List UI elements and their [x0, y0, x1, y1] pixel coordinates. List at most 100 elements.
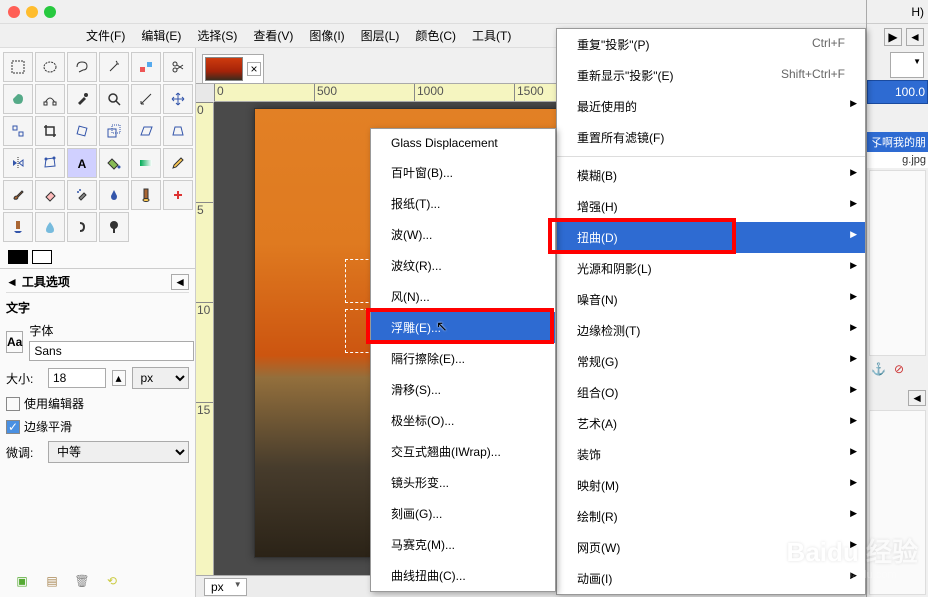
tool-measure[interactable] [131, 84, 161, 114]
hinting-select[interactable]: 中等 [48, 441, 189, 463]
mode-dropdown[interactable] [890, 52, 924, 78]
menu-render[interactable]: 绘制(R) [557, 501, 865, 532]
tool-shear[interactable] [131, 116, 161, 146]
sub-lens[interactable]: 镜头形变... [371, 467, 555, 498]
color-swatch[interactable] [0, 246, 195, 268]
menu-map[interactable]: 映射(M) [557, 470, 865, 501]
sub-shift[interactable]: 滑移(S)... [371, 374, 555, 405]
menu-image[interactable]: 图像(I) [303, 25, 350, 46]
foreground-color[interactable] [8, 250, 28, 264]
tool-move[interactable] [163, 84, 193, 114]
reset-options-icon[interactable]: ⟲ [104, 573, 120, 589]
tool-heal[interactable] [163, 180, 193, 210]
size-unit-select[interactable]: px [132, 367, 190, 389]
menu-reset-filters[interactable]: 重置所有滤镜(F) [557, 122, 865, 153]
tool-crop[interactable] [35, 116, 65, 146]
tool-color-select[interactable] [131, 52, 161, 82]
tool-magic-wand[interactable] [99, 52, 129, 82]
layer-name-1[interactable]: 孓啊我的朋 [867, 132, 928, 152]
tool-bucket[interactable] [99, 148, 129, 178]
delete-options-icon[interactable]: 🗑 [74, 573, 90, 589]
menu-blur[interactable]: 模糊(B) [557, 160, 865, 191]
unit-select[interactable]: px [204, 578, 247, 596]
tool-perspective[interactable] [163, 116, 193, 146]
sub-emboss[interactable]: 浮雕(E)... [371, 312, 555, 343]
tool-path[interactable] [35, 84, 65, 114]
sub-newspaper[interactable]: 报纸(T)... [371, 188, 555, 219]
tool-align[interactable] [3, 116, 33, 146]
use-editor-checkbox[interactable] [6, 397, 20, 411]
tool-gradient[interactable] [131, 148, 161, 178]
tool-smudge[interactable] [67, 212, 97, 242]
image-tab[interactable]: × [202, 54, 264, 83]
sub-wave[interactable]: 波(W)... [371, 219, 555, 250]
right-overflow-menu[interactable]: H) [911, 5, 924, 19]
tool-scissors[interactable] [163, 52, 193, 82]
tool-ellipse-select[interactable] [35, 52, 65, 82]
menu-decor[interactable]: 装饰 [557, 439, 865, 470]
sub-blinds[interactable]: 百叶窗(B)... [371, 157, 555, 188]
sub-ripple[interactable]: 波纹(R)... [371, 250, 555, 281]
tool-text[interactable]: A [67, 148, 97, 178]
size-spinner-icon[interactable]: ▴ [112, 370, 126, 386]
menu-noise[interactable]: 噪音(N) [557, 284, 865, 315]
minimize-window-icon[interactable] [26, 6, 38, 18]
tool-perspective-clone[interactable] [3, 212, 33, 242]
maximize-window-icon[interactable] [44, 6, 56, 18]
tool-zoom[interactable] [99, 84, 129, 114]
tool-scale[interactable] [99, 116, 129, 146]
menu-light[interactable]: 光源和阴影(L) [557, 253, 865, 284]
layer-name-2[interactable]: g.jpg [867, 152, 928, 168]
background-color[interactable] [32, 250, 52, 264]
tool-airbrush[interactable] [67, 180, 97, 210]
menu-edge-detect[interactable]: 边缘检测(T) [557, 315, 865, 346]
tab-close-button[interactable]: × [247, 62, 261, 76]
delete-layer-icon[interactable]: ⊘ [894, 362, 904, 376]
menu-tools[interactable]: 工具(T) [466, 25, 517, 46]
antialias-checkbox[interactable]: ✓ [6, 420, 20, 434]
dock-icon[interactable]: ◄ [171, 274, 189, 290]
font-input[interactable] [29, 341, 194, 361]
sub-glass[interactable]: Glass Displacement [371, 129, 555, 157]
menu-art[interactable]: 艺术(A) [557, 408, 865, 439]
sub-iwrap[interactable]: 交互式翘曲(IWrap)... [371, 436, 555, 467]
anchor-icon[interactable]: ⚓ [871, 362, 886, 376]
sub-engrave[interactable]: 刻画(G)... [371, 498, 555, 529]
menu-reshow[interactable]: 重新显示"投影"(E)Shift+Ctrl+F [557, 60, 865, 91]
save-options-icon[interactable]: ▣ [14, 573, 30, 589]
menu-color[interactable]: 颜色(C) [409, 25, 462, 46]
sub-mosaic[interactable]: 马赛克(M)... [371, 529, 555, 560]
tool-brush[interactable] [3, 180, 33, 210]
tool-blur[interactable] [35, 212, 65, 242]
tool-eyedropper[interactable] [67, 84, 97, 114]
opacity-value[interactable]: 100.0 [867, 80, 928, 104]
menu-distort[interactable]: 扭曲(D) [557, 222, 865, 253]
menu-repeat[interactable]: 重复"投影"(P)Ctrl+F [557, 29, 865, 60]
dock-config-icon[interactable]: ◄ [906, 28, 924, 46]
sub-curve-bend[interactable]: 曲线扭曲(C)... [371, 560, 555, 591]
nav-right-icon[interactable]: ▶ [884, 28, 902, 46]
menu-file[interactable]: 文件(F) [80, 25, 131, 46]
close-window-icon[interactable] [8, 6, 20, 18]
restore-options-icon[interactable]: ▤ [44, 573, 60, 589]
menu-layer[interactable]: 图层(L) [355, 25, 406, 46]
tool-ink[interactable] [99, 180, 129, 210]
sub-polar[interactable]: 极坐标(O)... [371, 405, 555, 436]
menu-generic[interactable]: 常规(G) [557, 346, 865, 377]
tool-rotate[interactable] [67, 116, 97, 146]
menu-combine[interactable]: 组合(O) [557, 377, 865, 408]
size-input[interactable] [48, 368, 106, 388]
reset-icon[interactable]: ◄ [6, 275, 18, 289]
tool-pencil[interactable] [163, 148, 193, 178]
sub-wind[interactable]: 风(N)... [371, 281, 555, 312]
sub-erase[interactable]: 隔行擦除(E)... [371, 343, 555, 374]
tool-rect-select[interactable] [3, 52, 33, 82]
dock-config2-icon[interactable]: ◄ [908, 390, 926, 406]
tool-flip[interactable] [3, 148, 33, 178]
menu-enhance[interactable]: 增强(H) [557, 191, 865, 222]
menu-recent[interactable]: 最近使用的 [557, 91, 865, 122]
tool-foreground-select[interactable] [3, 84, 33, 114]
menu-select[interactable]: 选择(S) [191, 25, 243, 46]
tool-clone[interactable] [131, 180, 161, 210]
font-preview[interactable]: Aa [6, 331, 23, 353]
